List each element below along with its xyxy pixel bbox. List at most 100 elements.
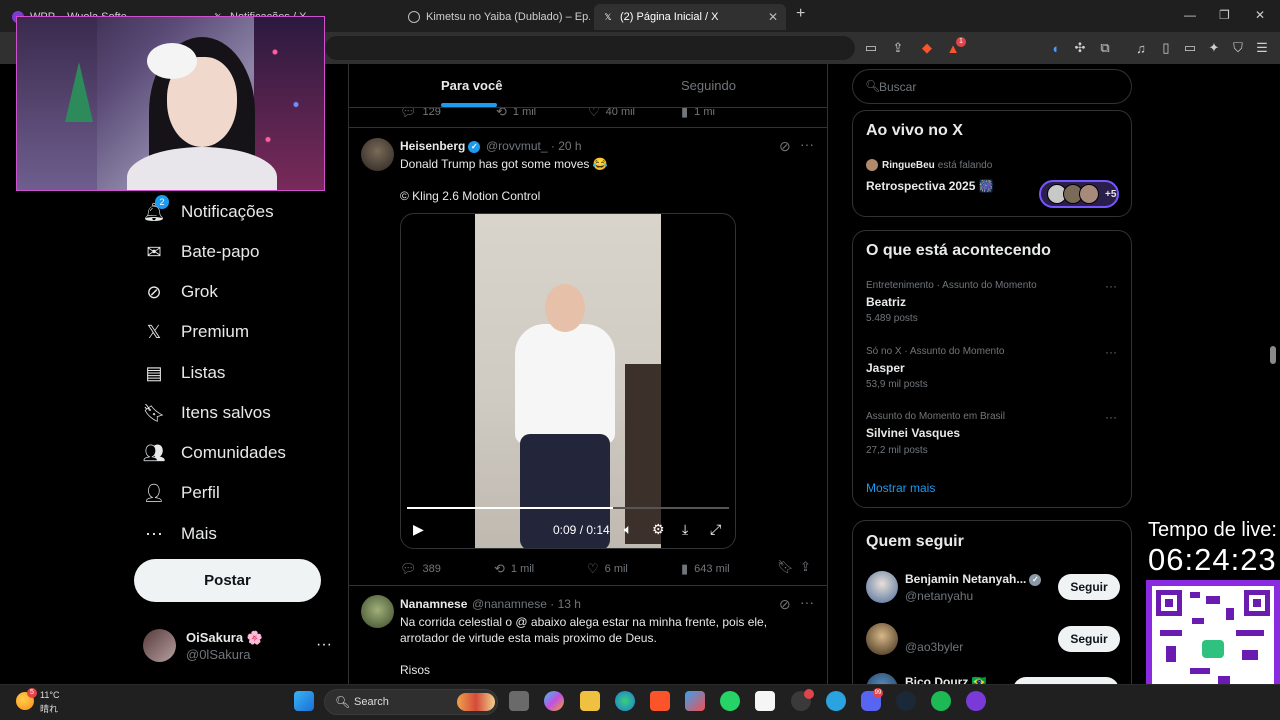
video-progress-bar[interactable] [407, 507, 729, 509]
nav-chat[interactable]: ✉ Bate-papo [143, 237, 259, 267]
follow-handle: @netanyahu [905, 589, 974, 603]
post-button[interactable]: Postar [134, 559, 321, 602]
volume-icon[interactable]: 🔈︎ [624, 521, 632, 538]
grok-explain-icon[interactable]: ⊘ [779, 138, 791, 155]
new-tab-button[interactable]: + [796, 5, 805, 23]
avatar[interactable] [866, 571, 898, 603]
bell-icon: 🔔︎ 2 [143, 195, 169, 223]
account-handle: @0lSakura [186, 647, 251, 662]
tweet-author-name[interactable]: Heisenberg ✓ [400, 139, 483, 153]
sidebar-icon[interactable]: ▯ [1157, 39, 1175, 57]
space-listeners[interactable]: +5 [1039, 180, 1119, 208]
trend-more-icon[interactable]: ··· [1105, 345, 1117, 359]
repost-action[interactable]: ⟲ 1 mil [494, 561, 534, 577]
maximize-icon[interactable]: ❐ [1219, 8, 1230, 22]
trend-more-icon[interactable]: ··· [1105, 410, 1117, 424]
screenshot-icon[interactable]: ⧉ [1096, 39, 1114, 57]
tweet-author-name[interactable]: Nanamnese [400, 597, 467, 611]
video-player[interactable]: ▶ 0:09 / 0:14 🔈︎ ⚙ ⤓ ⤢ [400, 213, 736, 549]
live-title: Ao vivo no X [866, 122, 963, 139]
trend-name[interactable]: Beatriz [866, 295, 906, 309]
avatar[interactable] [866, 623, 898, 655]
fullscreen-icon[interactable]: ⤢ [710, 521, 721, 538]
nav-bookmarks[interactable]: 🔖︎ Itens salvos [143, 398, 271, 428]
like-action[interactable]: ♡ 6 mil [587, 561, 628, 577]
extensions-icon[interactable]: ✣ [1071, 39, 1089, 57]
audio-icon[interactable]: ◖ [1046, 39, 1064, 57]
tweet-more-icon[interactable]: ··· [800, 136, 814, 152]
brave-shield-icon[interactable]: ◆ [918, 39, 936, 57]
nav-lists[interactable]: ▤ Listas [143, 358, 225, 388]
tab-home[interactable]: 𝕏 (2) Página Inicial / X ✕ [594, 4, 786, 30]
share-icon[interactable]: ⇪ [889, 39, 907, 57]
play-icon[interactable]: ▶ [413, 521, 424, 538]
copilot-icon[interactable] [544, 691, 564, 711]
store-icon[interactable] [685, 691, 705, 711]
capcut-icon[interactable] [755, 691, 775, 711]
space-title[interactable]: Retrospectiva 2025 🎆 [866, 179, 994, 193]
spotify-icon[interactable] [931, 691, 951, 711]
follow-button[interactable]: Seguir [1058, 574, 1120, 600]
search-input[interactable]: 🔍︎ Buscar [852, 69, 1132, 104]
tab-kimetsu[interactable]: Kimetsu no Yaiba (Dublado) – Ep... [400, 4, 590, 30]
scrollbar-thumb[interactable] [1270, 346, 1276, 364]
nav-profile[interactable]: 👤︎ Perfil [143, 478, 220, 508]
share-action[interactable]: ⇪ [800, 559, 817, 575]
whatsapp-icon[interactable] [720, 691, 740, 711]
account-menu-icon[interactable]: ··· [316, 636, 332, 654]
show-more-link[interactable]: Mostrar mais [866, 481, 935, 495]
pip-icon[interactable]: ⤓ [682, 521, 688, 538]
minimize-icon[interactable]: — [1184, 8, 1196, 22]
tweet-author-handle[interactable]: @rovvmut_ · 20 h [486, 139, 582, 153]
follow-button[interactable]: Seguir [1058, 626, 1120, 652]
brave-rewards-icon[interactable]: ▲ 1 [944, 37, 966, 57]
nav-more[interactable]: ⋯ Mais [143, 519, 217, 549]
address-bar[interactable] [325, 36, 855, 60]
reply-action[interactable]: 💬︎ 389 [400, 561, 441, 577]
app-icon[interactable] [966, 691, 986, 711]
close-tab-icon[interactable]: ✕ [768, 10, 778, 24]
close-window-icon[interactable]: ✕ [1255, 8, 1265, 22]
wallet-icon[interactable]: ▭ [1181, 39, 1199, 57]
trend-name[interactable]: Jasper [866, 361, 905, 375]
tab-following[interactable]: Seguindo [681, 78, 736, 93]
tweet-more-icon[interactable]: ··· [800, 594, 814, 610]
avatar[interactable] [361, 138, 394, 171]
windows-start-icon[interactable] [294, 691, 314, 711]
live-host-row[interactable]: RingueBeu está falando [866, 159, 992, 171]
leo-ai-icon[interactable]: ✦ [1205, 39, 1223, 57]
music-icon[interactable]: ♫ [1132, 39, 1150, 57]
nav-grok[interactable]: ⊘ Grok [143, 277, 217, 307]
nav-communities[interactable]: 👥︎ Comunidades [143, 438, 286, 468]
tab-for-you[interactable]: Para você [441, 78, 502, 93]
divider [349, 127, 827, 128]
avatar[interactable] [361, 595, 394, 628]
qr-module [1226, 608, 1234, 620]
taskbar-search[interactable]: 🔍︎ Search [324, 689, 498, 715]
steam-icon[interactable] [896, 691, 916, 711]
vpn-icon[interactable]: ⛉ [1229, 39, 1247, 57]
cast-icon[interactable]: ▭ [862, 39, 880, 57]
nav-notifications[interactable]: 🔔︎ 2 Notificações [143, 195, 274, 227]
grok-explain-icon[interactable]: ⊘ [779, 596, 791, 613]
who-to-follow-card: Quem seguir Benjamin Netanyah... ✓ @netan… [852, 520, 1132, 705]
edge-icon[interactable] [615, 691, 635, 711]
telegram-icon[interactable] [826, 691, 846, 711]
brave-icon[interactable] [650, 691, 670, 711]
task-view-icon[interactable] [509, 691, 529, 711]
trend-more-icon[interactable]: ··· [1105, 279, 1117, 293]
host-avatar [866, 159, 878, 171]
avatar[interactable] [143, 629, 176, 662]
views-action[interactable]: ▮ 643 mil [681, 561, 730, 577]
trend-name[interactable]: Silvinei Vasques [866, 426, 960, 440]
file-explorer-icon[interactable] [580, 691, 600, 711]
follow-name[interactable]: Benjamin Netanyah... ✓ [905, 572, 1044, 586]
tweet-author-handle[interactable]: @nanamnese · 13 h [472, 597, 581, 611]
bookmark-action[interactable]: 🔖︎ [777, 559, 800, 575]
menu-icon[interactable]: ☰ [1253, 39, 1271, 57]
tab-label: Kimetsu no Yaiba (Dublado) – Ep... [426, 11, 590, 23]
globe-icon [408, 11, 420, 23]
nav-premium[interactable]: 𝕏 Premium [143, 317, 249, 347]
settings-gear-icon[interactable]: ⚙ [652, 521, 665, 538]
reply-icon: 💬︎ [400, 561, 417, 576]
